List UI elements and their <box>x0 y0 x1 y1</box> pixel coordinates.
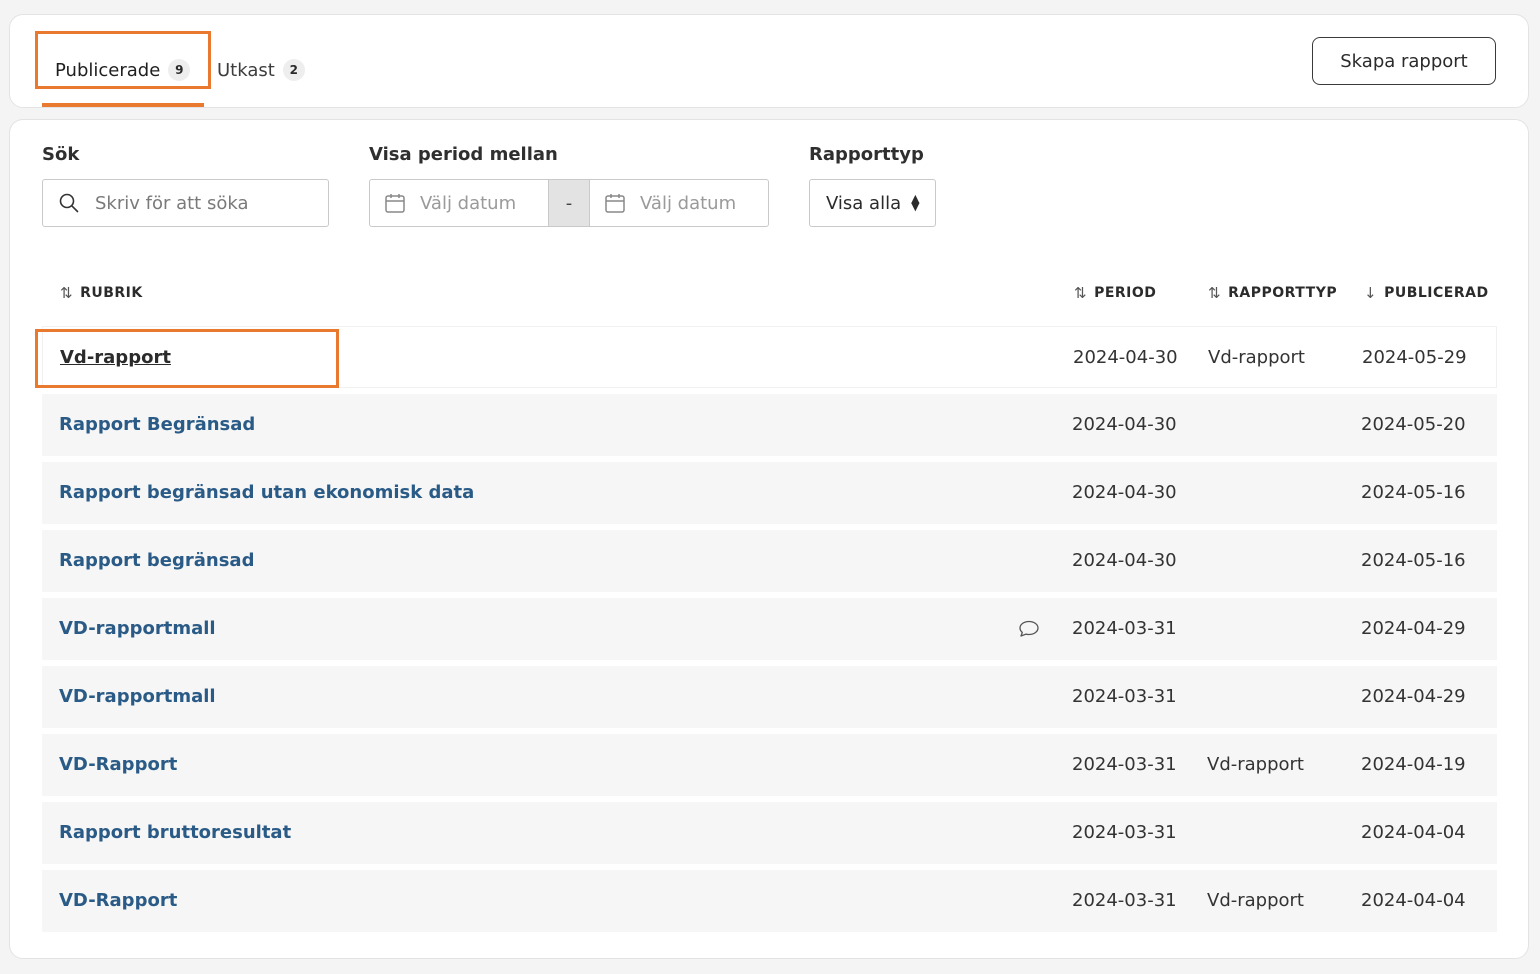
active-tab-indicator <box>42 103 204 107</box>
date-to-input[interactable] <box>638 191 768 215</box>
search-input[interactable] <box>93 191 328 215</box>
report-type: Vd-rapport <box>1207 754 1304 775</box>
table-row[interactable]: VD-Rapport 2024-03-31 Vd-rapport 2024-04… <box>42 734 1497 796</box>
report-title-link[interactable]: Vd-rapport <box>60 327 171 389</box>
table-row[interactable]: VD-Rapport 2024-03-31 Vd-rapport 2024-04… <box>42 870 1497 932</box>
report-period: 2024-03-31 <box>1072 890 1177 911</box>
table-row[interactable]: Rapport begränsad 2024-04-30 2024-05-16 <box>42 530 1497 592</box>
column-header-title[interactable]: ⇅ RUBRIK <box>60 284 143 302</box>
column-header-type[interactable]: ⇅ RAPPORTTYP <box>1208 284 1337 302</box>
select-arrows-icon: ▲ ▼ <box>911 192 920 213</box>
tab-drafts[interactable]: Utkast 2 <box>217 45 305 95</box>
report-published: 2024-05-16 <box>1361 550 1466 571</box>
table-row[interactable]: VD-rapportmall 2024-03-31 2024-04-29 <box>42 666 1497 728</box>
report-period: 2024-04-30 <box>1072 414 1177 435</box>
tab-drafts-label: Utkast <box>217 59 275 81</box>
report-period: 2024-04-30 <box>1072 550 1177 571</box>
date-to-field[interactable] <box>589 179 769 227</box>
report-title-link[interactable]: VD-Rapport <box>59 870 177 932</box>
report-type: Vd-rapport <box>1207 890 1304 911</box>
sort-icon: ⇅ <box>1074 284 1088 302</box>
report-type-label: Rapporttyp <box>809 144 924 165</box>
column-header-period-label: PERIOD <box>1094 285 1157 301</box>
table-row[interactable]: Rapport bruttoresultat 2024-03-31 2024-0… <box>42 802 1497 864</box>
date-from-field[interactable] <box>369 179 549 227</box>
report-title-link[interactable]: VD-rapportmall <box>59 598 216 660</box>
sort-desc-icon: ↓ <box>1364 284 1378 302</box>
report-type: Vd-rapport <box>1208 347 1305 368</box>
tab-published-count: 9 <box>168 59 191 81</box>
report-title-link[interactable]: VD-Rapport <box>59 734 177 796</box>
report-published: 2024-05-16 <box>1361 482 1466 503</box>
report-period: 2024-04-30 <box>1072 482 1177 503</box>
sort-icon: ⇅ <box>60 284 74 302</box>
table-row[interactable]: Vd-rapport 2024-04-30 Vd-rapport 2024-05… <box>42 326 1497 388</box>
column-header-type-label: RAPPORTTYP <box>1228 285 1338 301</box>
report-type-value: Visa alla <box>826 192 902 214</box>
report-title-link[interactable]: Rapport bruttoresultat <box>59 802 291 864</box>
column-header-published[interactable]: ↓ PUBLICERAD <box>1364 284 1489 302</box>
report-published: 2024-05-20 <box>1361 414 1466 435</box>
report-type-select[interactable]: Visa alla ▲ ▼ <box>809 179 936 227</box>
tab-published[interactable]: Publicerade 9 <box>55 45 191 95</box>
table-row[interactable]: Rapport begränsad utan ekonomisk data 20… <box>42 462 1497 524</box>
report-period: 2024-03-31 <box>1072 822 1177 843</box>
search-label: Sök <box>42 144 80 165</box>
report-title-link[interactable]: Rapport begränsad utan ekonomisk data <box>59 462 474 524</box>
table-row[interactable]: Rapport Begränsad 2024-04-30 2024-05-20 <box>42 394 1497 456</box>
column-header-title-label: RUBRIK <box>80 285 143 301</box>
tab-published-label: Publicerade <box>55 59 161 81</box>
search-field[interactable] <box>42 179 329 227</box>
report-title-link[interactable]: Rapport begränsad <box>59 530 254 592</box>
date-range-separator: - <box>548 179 590 227</box>
report-published: 2024-04-04 <box>1361 822 1466 843</box>
report-published: 2024-05-29 <box>1362 347 1467 368</box>
calendar-icon <box>385 194 405 213</box>
report-published: 2024-04-29 <box>1361 686 1466 707</box>
report-published: 2024-04-19 <box>1361 754 1466 775</box>
date-from-input[interactable] <box>418 191 548 215</box>
sort-icon: ⇅ <box>1208 284 1222 302</box>
comment-icon[interactable] <box>1018 620 1040 638</box>
column-header-period[interactable]: ⇅ PERIOD <box>1074 284 1156 302</box>
period-label: Visa period mellan <box>369 144 558 165</box>
calendar-icon <box>605 194 625 213</box>
search-icon <box>59 193 79 213</box>
report-published: 2024-04-04 <box>1361 890 1466 911</box>
report-title-link[interactable]: Rapport Begränsad <box>59 394 255 456</box>
report-period: 2024-03-31 <box>1072 618 1177 639</box>
create-report-button[interactable]: Skapa rapport <box>1312 37 1496 85</box>
tabs-bar: Publicerade 9 Utkast 2 Skapa rapport <box>9 14 1529 108</box>
column-header-published-label: PUBLICERAD <box>1384 285 1489 301</box>
report-period: 2024-03-31 <box>1072 686 1177 707</box>
table-row[interactable]: VD-rapportmall 2024-03-31 2024-04-29 <box>42 598 1497 660</box>
reports-panel: Sök Visa period mellan - Rapporttyp Visa… <box>9 119 1529 959</box>
report-period: 2024-03-31 <box>1072 754 1177 775</box>
report-published: 2024-04-29 <box>1361 618 1466 639</box>
report-period: 2024-04-30 <box>1073 347 1178 368</box>
tab-drafts-count: 2 <box>282 59 305 81</box>
report-title-link[interactable]: VD-rapportmall <box>59 666 216 728</box>
